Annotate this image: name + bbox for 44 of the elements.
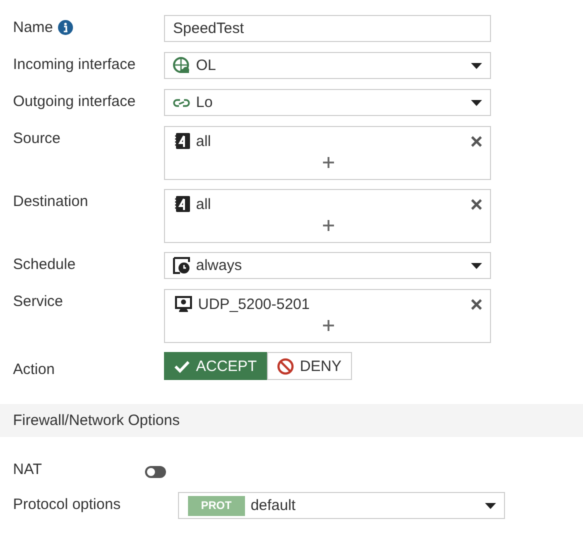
address-book-icon bbox=[175, 196, 190, 212]
dropdown-caret-icon[interactable] bbox=[471, 262, 482, 268]
selected-entry: all bbox=[196, 196, 212, 212]
address-book-icon bbox=[175, 133, 190, 149]
multi-select-field[interactable]: all bbox=[164, 189, 491, 243]
field-label: Protocol options bbox=[13, 496, 121, 513]
field-label: Service bbox=[13, 293, 64, 310]
dropdown-field[interactable]: Lo bbox=[164, 89, 491, 116]
field-label: Action bbox=[13, 361, 55, 378]
dropdown-field[interactable]: always bbox=[164, 252, 491, 279]
dropdown-field[interactable]: PROT default bbox=[178, 492, 505, 519]
dropdown-caret-icon[interactable] bbox=[471, 100, 482, 106]
selected-entry: all bbox=[196, 132, 212, 150]
multi-select-field[interactable]: UDP_5200-5201 bbox=[164, 289, 491, 343]
field-label: Incoming interface bbox=[13, 56, 136, 73]
prohibited-icon bbox=[276, 358, 294, 374]
action-toggle-button[interactable]: DENY bbox=[266, 352, 352, 380]
name-input-field[interactable]: SpeedTest bbox=[164, 15, 491, 42]
selected-entry: UDP_5200-5201 bbox=[198, 296, 311, 312]
remove-icon[interactable] bbox=[471, 136, 482, 146]
dropdown-caret-icon[interactable] bbox=[471, 62, 482, 68]
section-title: Firewall/Network Options bbox=[13, 412, 180, 429]
field-label: Destination bbox=[13, 193, 88, 210]
action-toggle-button[interactable]: ACCEPT bbox=[164, 352, 267, 380]
globe-icon bbox=[173, 57, 190, 74]
field-label: Schedule bbox=[13, 256, 76, 273]
add-icon[interactable] bbox=[323, 157, 334, 168]
nat-toggle-switch[interactable] bbox=[145, 466, 166, 478]
check-icon bbox=[174, 360, 190, 372]
remove-icon[interactable] bbox=[471, 198, 482, 210]
calendar-clock-icon bbox=[173, 257, 190, 274]
link-icon bbox=[173, 96, 190, 108]
dropdown-field[interactable]: OL bbox=[164, 52, 491, 79]
field-label: Source bbox=[13, 130, 61, 147]
add-icon[interactable] bbox=[323, 220, 334, 231]
multi-select-field[interactable]: all bbox=[164, 126, 491, 180]
field-label: Outgoing interface bbox=[13, 93, 136, 110]
prot-badge: PROT bbox=[188, 496, 245, 516]
field-label: NAT bbox=[13, 461, 42, 478]
add-icon[interactable] bbox=[323, 320, 334, 331]
remove-icon[interactable] bbox=[471, 298, 482, 310]
field-label: Name bbox=[13, 19, 54, 36]
monitor-user-icon bbox=[175, 296, 192, 312]
dropdown-caret-icon[interactable] bbox=[485, 502, 496, 508]
